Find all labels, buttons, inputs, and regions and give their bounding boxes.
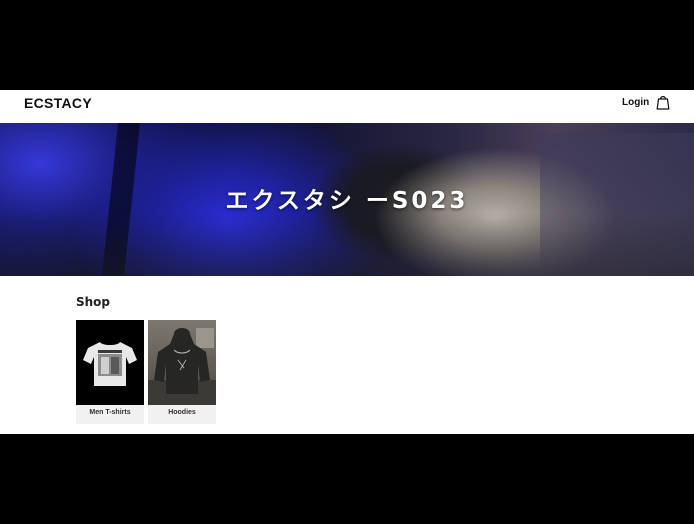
category-card-men-tshirts[interactable]: Men T-shirts	[76, 320, 144, 424]
shopping-bag-icon[interactable]	[656, 94, 670, 110]
category-card-hoodies[interactable]: Hoodies	[148, 320, 216, 424]
site-header: ECSTACY Login	[0, 90, 694, 123]
tshirt-thumbnail	[76, 320, 144, 405]
brand-logo[interactable]: ECSTACY	[24, 95, 92, 111]
letterbox-bottom	[0, 434, 694, 524]
letterbox-top	[0, 0, 694, 90]
hoodie-thumbnail	[148, 320, 216, 405]
hero-banner[interactable]: エクスタシ ーS023	[0, 123, 694, 276]
web-page: ECSTACY Login エクスタシ ーS023 Shop Men T-shi…	[0, 90, 694, 434]
category-label: Hoodies	[168, 409, 196, 416]
login-link[interactable]: Login	[622, 97, 649, 108]
hero-background-shape	[0, 213, 694, 276]
category-label: Men T-shirts	[89, 409, 131, 416]
hero-title: エクスタシ ーS023	[225, 188, 469, 214]
shop-heading: Shop	[76, 295, 111, 309]
